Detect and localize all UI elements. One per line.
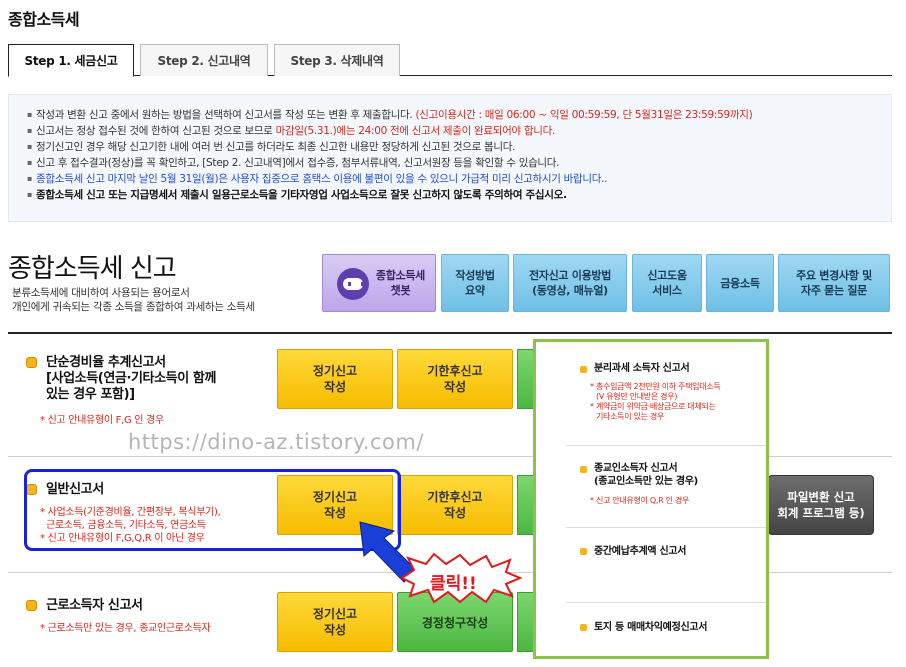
separate-tax-return-link[interactable]: 분리과세 소득자 신고서 <box>594 362 690 375</box>
filing-help-button[interactable]: 신고도움 서비스 <box>632 254 702 312</box>
notice-line: 작성과 변환 신고 중에서 원하는 방법을 선택하여 신고서를 작성 또는 변환… <box>27 107 877 123</box>
earned-regular-filing-button[interactable]: 정기신고 작성 <box>277 592 393 652</box>
section-description: 분류소득세에 대비하여 사용되는 용어로서 개인에게 귀속되는 각종 소득을 종… <box>12 287 255 313</box>
notice-line: 종합소득세 신고 또는 지급명세서 제출시 일용근로소득을 기타자영업 사업소득… <box>27 187 877 203</box>
faq-button[interactable]: 주요 변경사항 및 자주 묻는 질문 <box>778 254 890 312</box>
tab-step3[interactable]: Step 3. 삭제내역 <box>274 44 400 76</box>
writing-guide-button[interactable]: 작성방법 요약 <box>441 254 509 312</box>
section-bullet-icon <box>26 600 37 611</box>
simple-regular-filing-button[interactable]: 정기신고 작성 <box>277 349 393 409</box>
highlight-box <box>24 469 401 551</box>
general-late-filing-button[interactable]: 기한후신고 작성 <box>397 475 513 535</box>
financial-income-button[interactable]: 금융소득 <box>706 254 774 312</box>
divider <box>8 332 892 334</box>
simple-return-title: 단순경비율 추계신고서 [사업소득(연금·기타소득이 함께 있는 경우 포함)] <box>46 355 217 402</box>
item-bullet-icon <box>580 366 587 373</box>
simple-return-note: * 신고 안내유형이 F,G 인 경우 <box>40 415 164 426</box>
file-conversion-button[interactable]: 파일변환 신고 회계 프로그램 등) <box>768 475 874 535</box>
item-bullet-icon <box>580 624 587 631</box>
religious-income-return-link[interactable]: 종교인소득자 신고서 (종교인소득만 있는 경우) <box>594 462 698 488</box>
earned-income-title: 근로소득자 신고서 <box>46 598 143 613</box>
religious-income-note: * 신고 안내유형이 Q,R 인 경우 <box>590 496 690 505</box>
chatbot-icon <box>337 268 369 300</box>
other-returns-popup: 분리과세 소득자 신고서 * 총수입금액 2천만원 이하 주택임대소득 (V 유… <box>533 339 769 659</box>
section-heading: 종합소득세 신고 <box>8 254 177 284</box>
e-filing-guide-button[interactable]: 전자신고 이용방법 (동영상, 매뉴얼) <box>513 254 627 312</box>
click-label: 클릭!! <box>430 574 477 594</box>
tab-step2[interactable]: Step 2. 신고내역 <box>140 44 268 76</box>
interim-prepayment-return-link[interactable]: 중간예납추계액 신고서 <box>594 545 686 558</box>
notice-line: 신고 후 접수결과(정상)를 꼭 확인하고, [Step 2. 신고내역]에서 … <box>27 155 877 171</box>
item-bullet-icon <box>580 466 587 473</box>
chatbot-button[interactable]: 종합소득세 챗봇 <box>322 254 436 312</box>
watermark: https://dino-az.tistory.com/ <box>128 430 424 454</box>
item-bullet-icon <box>580 548 587 555</box>
popup-separator <box>566 527 766 528</box>
notice-line: 신고서는 정상 접수된 것에 한하여 신고된 것으로 보므로 마감일(5.31.… <box>27 123 877 139</box>
notice-line: 종합소득세 신고 마지막 날인 5월 31일(월)은 사용자 집중으로 홈택스 … <box>27 171 877 187</box>
land-sale-return-link[interactable]: 토지 등 매매차익예정신고서 <box>594 621 707 634</box>
notice-line: 정기신고인 경우 해당 신고기한 내에 여러 번 신고를 하더라도 최종 신고한… <box>27 139 877 155</box>
popup-separator <box>566 445 766 446</box>
tab-step1[interactable]: Step 1. 세금신고 <box>8 44 134 77</box>
notice-box: 작성과 변환 신고 중에서 원하는 방법을 선택하여 신고서를 작성 또는 변환… <box>8 94 892 222</box>
simple-late-filing-button[interactable]: 기한후신고 작성 <box>397 349 513 409</box>
popup-separator <box>566 602 766 603</box>
section-bullet-icon <box>26 357 37 368</box>
step-tabs: Step 1. 세금신고 Step 2. 신고내역 Step 3. 삭제내역 <box>8 44 892 77</box>
earned-income-note: * 근로소득만 있는 경우, 종교인근로소득자 <box>40 623 211 634</box>
page-title: 종합소득세 <box>8 10 80 29</box>
separate-tax-note: * 총수입금액 2천만원 이하 주택임대소득 (V 유형만 안내받은 경우) *… <box>590 382 721 421</box>
